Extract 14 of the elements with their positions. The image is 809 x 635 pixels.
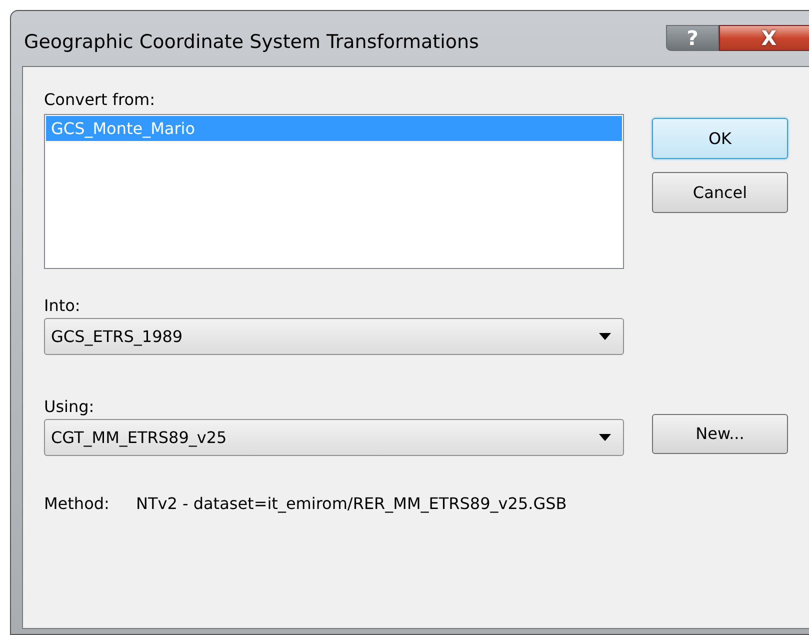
window-title: Geographic Coordinate System Transformations [24,30,479,55]
using-dropdown[interactable]: CGT_MM_ETRS89_v25 [44,419,624,456]
ok-button[interactable]: OK [652,118,788,159]
new-button[interactable]: New... [652,414,788,454]
method-value: NTv2 - dataset=it_emirom/RER_MM_ETRS89_v25.GSB [136,493,567,515]
field-label: Using: [44,396,96,417]
caret-icon [599,333,611,340]
field-label: Into: [44,295,82,316]
caret-icon [599,434,611,441]
close-button[interactable]: X [719,25,809,51]
into-dropdown[interactable]: GCS_ETRS_1989 [44,318,624,355]
cancel-button[interactable]: Cancel [652,172,788,213]
field-label: Convert from: [44,89,156,110]
method-label: Method: [44,493,110,515]
